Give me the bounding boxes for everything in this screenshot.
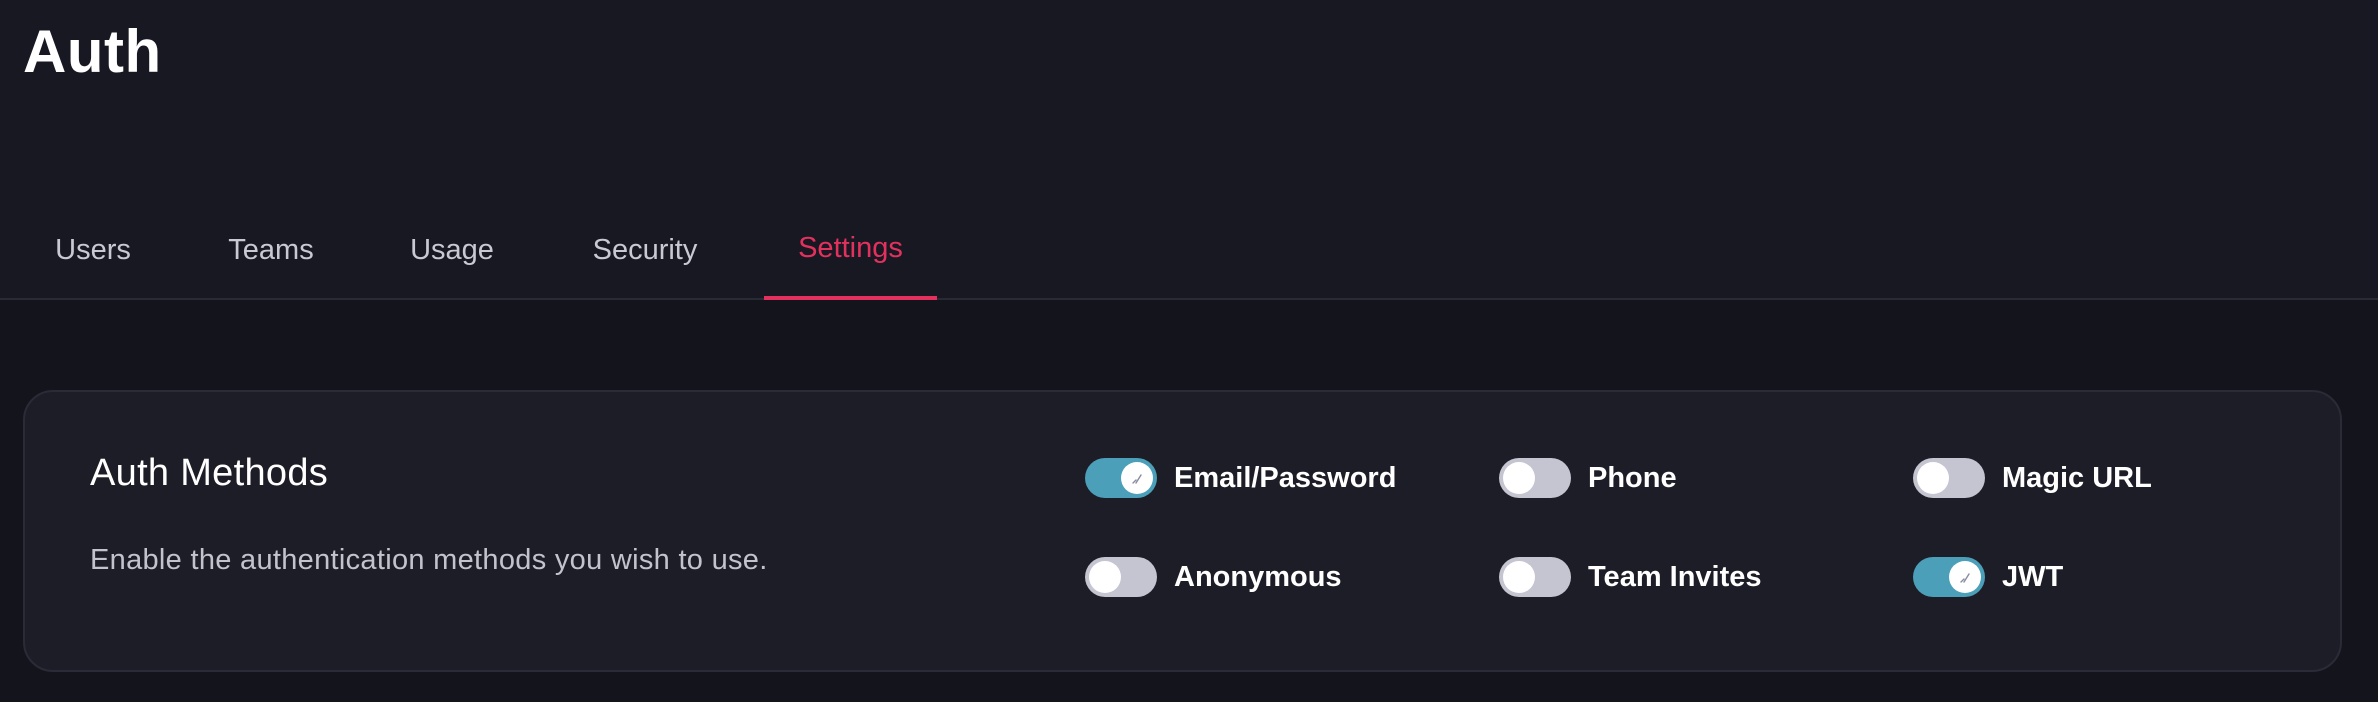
tab-settings[interactable]: Settings [764,200,937,300]
tab-users[interactable]: Users [30,200,156,300]
toggle-knob [1503,561,1535,593]
tab-security[interactable]: Security [568,200,722,300]
method-label: JWT [2002,560,2064,593]
toggle-knob [1917,462,1949,494]
auth-methods-title: Auth Methods [90,452,329,494]
method-magic-url[interactable]: Magic URL [1913,458,2152,498]
auth-page: Auth Users Teams Usage Security Settings… [0,0,2378,702]
magic-url-toggle[interactable] [1913,458,1985,498]
method-label: Phone [1588,461,1677,494]
method-email-password[interactable]: Email/Password [1085,458,1396,498]
anonymous-toggle[interactable] [1085,557,1157,597]
method-label: Anonymous [1174,560,1342,593]
page-title: Auth [23,18,162,85]
toggle-knob [1089,561,1121,593]
method-anonymous[interactable]: Anonymous [1085,557,1342,597]
auth-methods-card: Auth Methods Enable the authentication m… [23,390,2342,672]
jwt-toggle[interactable] [1913,557,1985,597]
tab-teams[interactable]: Teams [206,200,336,300]
method-team-invites[interactable]: Team Invites [1499,557,1762,597]
method-label: Email/Password [1174,461,1397,494]
tab-usage[interactable]: Usage [386,200,518,300]
toggle-knob [1121,462,1153,494]
check-icon [1960,573,1970,583]
method-label: Team Invites [1588,560,1762,593]
email-password-toggle[interactable] [1085,458,1157,498]
check-icon [1132,474,1142,484]
phone-toggle[interactable] [1499,458,1571,498]
method-jwt[interactable]: JWT [1913,557,2063,597]
auth-methods-description: Enable the authentication methods you wi… [90,544,768,576]
method-label: Magic URL [2002,461,2152,494]
toggle-knob [1503,462,1535,494]
team-invites-toggle[interactable] [1499,557,1571,597]
tab-bar: Users Teams Usage Security Settings [0,200,2378,300]
method-phone[interactable]: Phone [1499,458,1677,498]
toggle-knob [1949,561,1981,593]
